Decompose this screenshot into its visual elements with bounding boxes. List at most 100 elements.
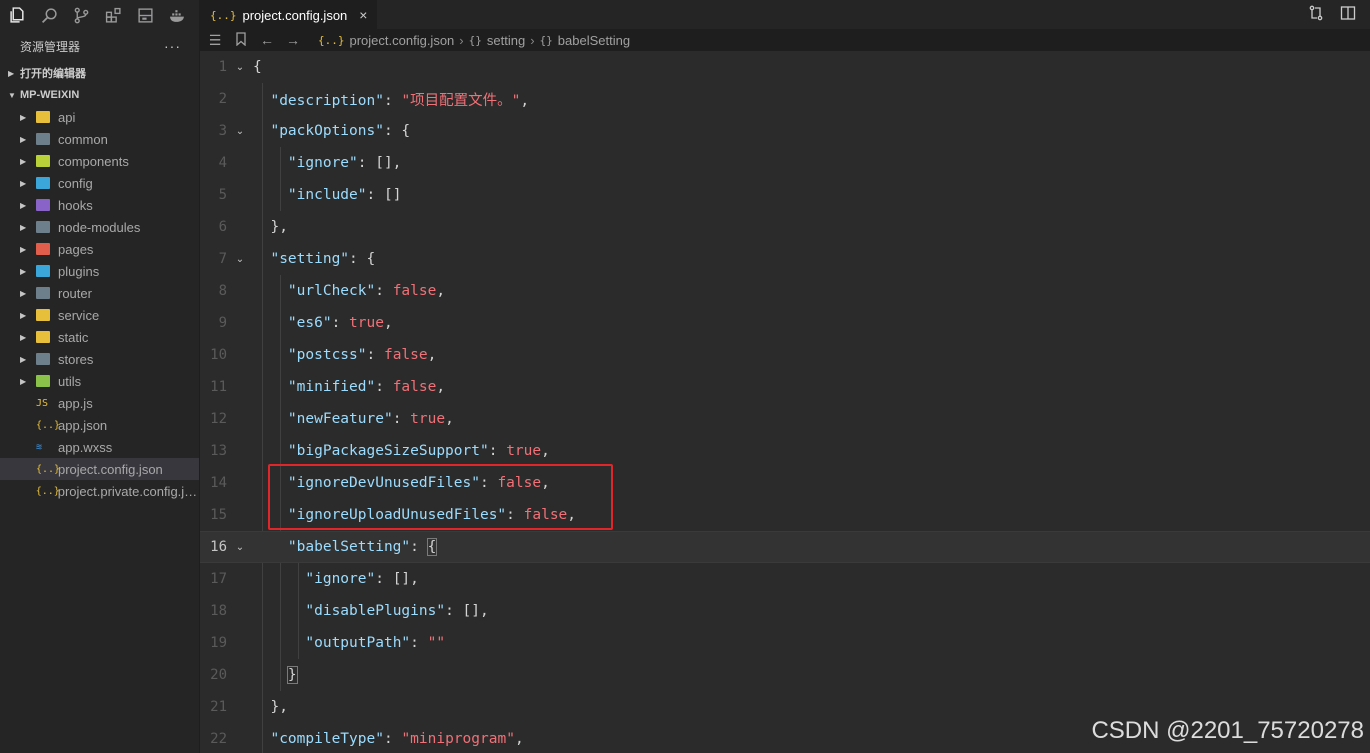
file-icon: {..}: [36, 463, 61, 475]
line-number: 3: [218, 123, 227, 139]
search-icon[interactable]: [40, 6, 58, 24]
current-code-line: 16 ⌄ "babelSetting": {: [200, 531, 1370, 563]
chevron-right-icon: ▶: [20, 200, 27, 210]
file-icon: {..}: [35, 485, 60, 497]
line-number: 14: [210, 475, 227, 491]
tree-item-label: components: [58, 153, 129, 169]
tree-item-label: project.private.config.js...: [57, 483, 199, 499]
breadcrumb-separator: ›: [530, 32, 535, 48]
split-editor-icon[interactable]: [1340, 5, 1356, 24]
line-number: 4: [218, 155, 227, 171]
code-line: 7 ⌄ "setting": {: [200, 243, 1370, 275]
json-string: "": [427, 635, 446, 651]
tree-folder[interactable]: ▶ pages: [0, 238, 199, 260]
brace: {: [253, 59, 262, 75]
explorer-title: 资源管理器: [20, 39, 81, 54]
line-number: 13: [210, 443, 227, 459]
line-number: 2: [218, 91, 227, 107]
tree-folder[interactable]: ▶ components: [0, 150, 199, 172]
folder-icon: [36, 309, 50, 321]
more-actions-icon[interactable]: ···: [164, 38, 181, 54]
tree-folder[interactable]: ▶ api: [0, 106, 199, 128]
back-arrow-icon[interactable]: ←: [260, 32, 274, 48]
tree-file[interactable]: ▶≋app.wxss: [0, 436, 199, 458]
line-number: 19: [210, 635, 227, 651]
folder-icon: [36, 353, 50, 365]
tree-folder[interactable]: ▶ common: [0, 128, 199, 150]
json-key: "compileType": [270, 731, 384, 747]
code-line: 17 "ignore": [],: [200, 563, 1370, 595]
outline-icon[interactable]: ☰: [208, 32, 222, 49]
breadcrumb-setting[interactable]: setting: [487, 33, 525, 48]
tab-bar: {..} project.config.json ×: [200, 0, 1370, 29]
tree-file[interactable]: ▶{..}project.private.config.js...: [0, 480, 199, 502]
activity-bar: [0, 0, 199, 30]
code-line: 4 "ignore": [],: [200, 147, 1370, 179]
fold-chevron-icon[interactable]: ⌄: [227, 126, 253, 137]
json-key: "include": [287, 187, 367, 203]
code-line: 6 },: [200, 211, 1370, 243]
line-number: 12: [210, 411, 227, 427]
bookmark-icon[interactable]: [234, 31, 248, 49]
folder-icon: [36, 221, 50, 233]
tree-file[interactable]: ▶{..}project.config.json: [0, 458, 199, 480]
docker-icon[interactable]: [168, 6, 186, 24]
object-icon: {}: [539, 33, 553, 47]
tree-folder[interactable]: ▶ service: [0, 304, 199, 326]
editor-actions: [1308, 0, 1370, 29]
fold-chevron-icon[interactable]: ⌄: [227, 254, 253, 265]
tree-item-label: app.js: [58, 395, 93, 411]
breadcrumb-path: {..} project.config.json › {} setting › …: [318, 33, 630, 48]
chevron-right-icon: ▶: [20, 354, 27, 364]
code-line: 18 "disablePlugins": [],: [200, 595, 1370, 627]
tab-project-config[interactable]: {..} project.config.json ×: [200, 0, 378, 29]
breadcrumb-file[interactable]: project.config.json: [350, 33, 455, 48]
code-editor[interactable]: 1 ⌄ { 2 "description": "项目配置文件。", 3 ⌄ "p…: [200, 51, 1370, 753]
breadcrumb-separator: ›: [459, 32, 464, 48]
tree-folder[interactable]: ▶ node-modules: [0, 216, 199, 238]
code-line: 8 "urlCheck": false,: [200, 275, 1370, 307]
tree-folder[interactable]: ▶ config: [0, 172, 199, 194]
json-boolean: true: [506, 443, 542, 459]
chevron-right-icon: ▶: [20, 244, 27, 254]
tree-folder[interactable]: ▶ hooks: [0, 194, 199, 216]
compare-changes-icon[interactable]: [1308, 5, 1324, 24]
json-key: "outputPath": [305, 635, 411, 651]
json-key: "postcss": [287, 347, 367, 363]
storage-icon[interactable]: [136, 6, 154, 24]
json-key: "disablePlugins": [305, 603, 446, 619]
extensions-icon[interactable]: [104, 6, 122, 24]
code-line: 13 "bigPackageSizeSupport": true,: [200, 435, 1370, 467]
folder-icon: [36, 199, 50, 211]
tree-folder[interactable]: ▶ utils: [0, 370, 199, 392]
tree-file[interactable]: ▶JSapp.js: [0, 392, 199, 414]
fold-chevron-icon[interactable]: ⌄: [227, 62, 253, 73]
project-section[interactable]: ▼ MP-WEIXIN: [0, 84, 199, 106]
files-icon[interactable]: [8, 6, 26, 24]
file-tree: ▶ api ▶ common ▶ components ▶ config ▶ hooks ▶ node…: [0, 106, 199, 502]
open-editors-section[interactable]: ▶ 打开的编辑器: [0, 62, 199, 84]
tree-folder[interactable]: ▶ stores: [0, 348, 199, 370]
close-icon[interactable]: ×: [359, 7, 367, 23]
fold-chevron-icon[interactable]: ⌄: [227, 542, 253, 553]
folder-icon: [36, 177, 50, 189]
breadcrumb-babel-setting[interactable]: babelSetting: [558, 33, 630, 48]
chevron-right-icon: ▶: [20, 310, 27, 320]
json-key: "description": [270, 92, 384, 109]
folder-icon: [36, 111, 50, 123]
tree-folder[interactable]: ▶ static: [0, 326, 199, 348]
line-number: 1: [218, 59, 227, 75]
tree-item-label: api: [58, 109, 76, 125]
source-control-icon[interactable]: [72, 6, 90, 24]
tree-folder[interactable]: ▶ router: [0, 282, 199, 304]
code-line: 9 "es6": true,: [200, 307, 1370, 339]
tree-item-label: config: [58, 175, 93, 191]
tree-file[interactable]: ▶{..}app.json: [0, 414, 199, 436]
line-number: 15: [210, 507, 227, 523]
json-boolean: false: [392, 283, 437, 299]
line-number: 16: [210, 539, 227, 555]
forward-arrow-icon[interactable]: →: [286, 32, 300, 48]
tree-folder[interactable]: ▶ plugins: [0, 260, 199, 282]
tree-item-label: pages: [58, 241, 94, 257]
json-key: "bigPackageSizeSupport": [287, 443, 489, 459]
